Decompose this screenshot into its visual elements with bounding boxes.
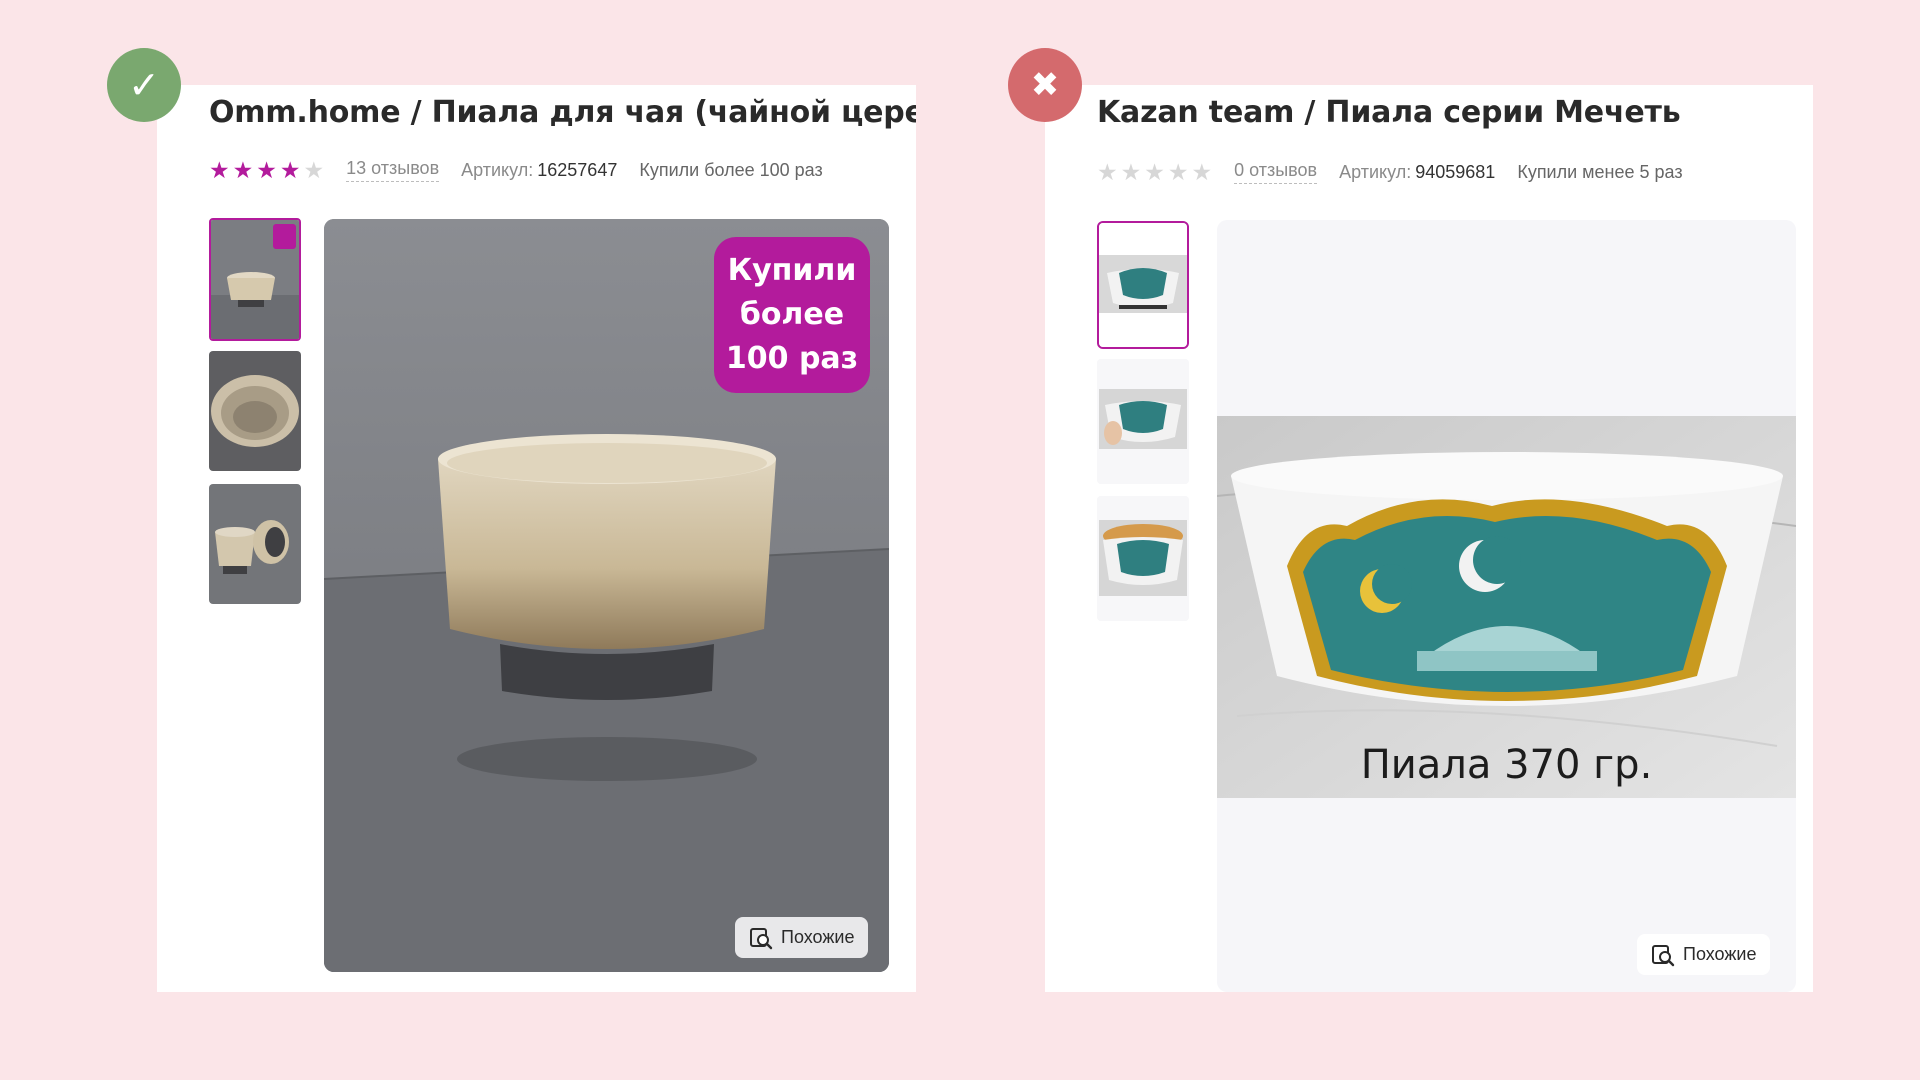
main-product-image: Купили более 100 раз [324, 219, 889, 972]
product-title: Kazan team / Пиала серии Мечеть [1097, 95, 1681, 130]
article-info: Артикул: 16257647 [461, 160, 617, 181]
bowl-thumbnail-image [209, 484, 301, 604]
star-icon: ★ [1167, 158, 1189, 185]
star-icon: ★ [279, 156, 301, 183]
reviews-link[interactable]: 0 отзывов [1234, 160, 1318, 184]
promo-badge: Купили более 100 раз [714, 237, 870, 393]
purchase-count: Купили менее 5 раз [1517, 161, 1683, 182]
article-label: Артикул: [1339, 161, 1412, 182]
image-caption: Пиала 370 гр. [1360, 742, 1653, 788]
promo-line-2: более [739, 297, 845, 332]
thumbnail-3[interactable] [1097, 496, 1189, 621]
reviews-link[interactable]: 13 отзывов [346, 158, 440, 182]
similar-button[interactable]: Похожие [735, 917, 869, 958]
bowl-thumbnail-image [1097, 359, 1189, 484]
article-value: 16257647 [537, 159, 618, 180]
article-info: Артикул: 94059681 [1339, 162, 1495, 183]
bowl-photo [1217, 416, 1796, 798]
check-icon: ✓ [128, 63, 160, 107]
star-icon: ★ [1144, 158, 1165, 185]
product-card-good: Omm.home / Пиала для чая (чайной церемон… [157, 85, 916, 992]
bowl-thumbnail-image [1097, 496, 1189, 621]
star-icon: ★ [303, 156, 325, 183]
thumbnail-1[interactable] [1097, 221, 1189, 349]
bowl-thumbnail-image [211, 220, 299, 339]
bowl-thumbnail-image [209, 351, 301, 471]
star-icon: ★ [209, 156, 230, 183]
thumbnail-1[interactable] [209, 218, 301, 341]
article-value: 94059681 [1415, 161, 1496, 182]
star-icon: ★ [232, 156, 254, 183]
star-icon: ★ [1097, 158, 1118, 185]
product-title: Omm.home / Пиала для чая (чайной церемон [209, 95, 916, 130]
purchase-count: Купили более 100 раз [639, 159, 823, 180]
status-error-badge: ✖ [1008, 48, 1082, 122]
main-product-image: Пиала 370 гр. [1217, 220, 1796, 992]
similar-search-icon [750, 927, 773, 949]
thumbnail-2[interactable] [1097, 359, 1189, 484]
thumbnail-3[interactable] [209, 484, 301, 604]
thumbnail-2[interactable] [209, 351, 301, 471]
similar-label: Похожие [1683, 944, 1757, 964]
star-icon: ★ [256, 156, 277, 183]
star-icon: ★ [1191, 158, 1213, 185]
cross-icon: ✖ [1030, 65, 1060, 105]
product-meta: ★ ★ ★ ★ ★ 0 отзывов Артикул: 94059681 Куп… [1097, 157, 1683, 187]
promo-line-1: Купили [727, 253, 857, 288]
promo-line-3: 100 раз [725, 341, 859, 376]
status-success-badge: ✓ [107, 48, 181, 122]
bowl-thumbnail-image [1099, 223, 1187, 347]
rating-stars: ★ ★ ★ ★ ★ [1097, 158, 1213, 185]
product-meta: ★ ★ ★ ★ ★ 13 отзывов Артикул: 16257647 Ку… [209, 155, 823, 185]
similar-search-icon [1652, 944, 1675, 966]
product-card-bad: Kazan team / Пиала серии Мечеть ★ ★ ★ ★ … [1045, 85, 1813, 992]
rating-stars: ★ ★ ★ ★ ★ [209, 156, 325, 183]
similar-button[interactable]: Похожие [1637, 934, 1771, 975]
article-label: Артикул: [461, 159, 534, 180]
similar-label: Похожие [781, 927, 855, 947]
star-icon: ★ [1120, 158, 1142, 185]
